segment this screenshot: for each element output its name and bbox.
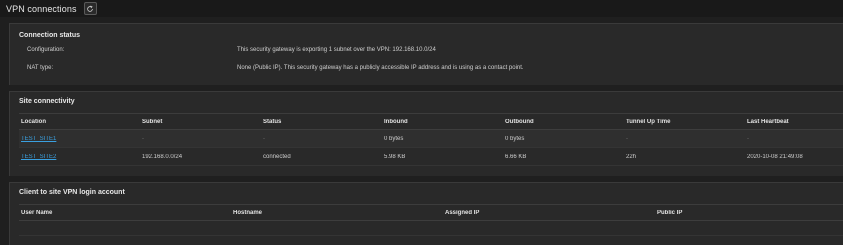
- status-cell: connected: [263, 153, 291, 160]
- column-header-assigned-ip[interactable]: Assigned IP: [443, 210, 655, 216]
- column-header-status[interactable]: Status: [261, 119, 382, 125]
- table-row: TEST_SITE1 - - 0 bytes 0 bytes - -: [19, 130, 843, 148]
- configuration-row: Configuration: This security gateway is …: [27, 47, 837, 53]
- empty-table-row: [19, 221, 843, 236]
- column-header-subnet[interactable]: Subnet: [140, 119, 261, 125]
- connection-status-panel: Connection status Configuration: This se…: [9, 23, 843, 85]
- subnet-cell: 192.168.0.0/24: [142, 153, 183, 160]
- page-title: VPN connections: [6, 3, 77, 14]
- column-header-inbound[interactable]: Inbound: [382, 119, 503, 125]
- configuration-label: Configuration:: [27, 47, 65, 53]
- nat-type-value: None (Public IP). This security gateway …: [237, 65, 524, 71]
- inbound-cell: 5.98 KB: [384, 153, 406, 160]
- uptime-cell: -: [626, 135, 628, 142]
- table-row: TEST_SITE2 192.168.0.0/24 connected 5.98…: [19, 148, 843, 166]
- site-link-test-site2[interactable]: TEST_SITE2: [21, 154, 56, 160]
- vpn-connections-page: VPN connections Connection status Config…: [0, 0, 843, 245]
- client-vpn-table: User Name Hostname Assigned IP Public IP: [19, 205, 843, 236]
- page-header: VPN connections: [0, 0, 843, 17]
- heartbeat-cell: -: [747, 135, 749, 142]
- table-header: Location Subnet Status Inbound Outbound …: [19, 114, 843, 130]
- column-header-last-heartbeat[interactable]: Last Heartbeat: [745, 119, 843, 125]
- heartbeat-cell: 2020-10-08 21:49:08: [747, 153, 803, 160]
- table-header: User Name Hostname Assigned IP Public IP: [19, 205, 843, 221]
- column-header-location[interactable]: Location: [19, 119, 140, 125]
- inbound-cell: 0 bytes: [384, 135, 404, 142]
- status-cell: -: [263, 135, 265, 142]
- outbound-cell: 0 bytes: [505, 135, 525, 142]
- uptime-cell: 22h: [626, 153, 637, 160]
- outbound-cell: 6.66 KB: [505, 153, 527, 160]
- refresh-button[interactable]: [83, 2, 97, 15]
- configuration-value: This security gateway is exporting 1 sub…: [237, 47, 436, 53]
- refresh-icon: [87, 5, 93, 12]
- nat-type-label: NAT type:: [27, 65, 54, 71]
- column-header-public-ip[interactable]: Public IP: [655, 210, 843, 216]
- connection-status-title: Connection status: [19, 32, 81, 39]
- column-header-user-name[interactable]: User Name: [19, 210, 231, 216]
- column-header-outbound[interactable]: Outbound: [503, 119, 624, 125]
- subnet-cell: -: [142, 135, 144, 142]
- site-connectivity-panel: Site connectivity Location Subnet Status…: [9, 91, 843, 176]
- nat-type-row: NAT type: None (Public IP). This securit…: [27, 65, 837, 71]
- site-link-test-site1[interactable]: TEST_SITE1: [21, 136, 56, 142]
- column-header-hostname[interactable]: Hostname: [231, 210, 443, 216]
- client-vpn-title: Client to site VPN login account: [19, 189, 125, 196]
- client-vpn-panel: Client to site VPN login account User Na…: [9, 182, 843, 245]
- column-header-tunnel-up-time[interactable]: Tunnel Up Time: [624, 119, 745, 125]
- site-connectivity-table: Location Subnet Status Inbound Outbound …: [19, 114, 843, 166]
- site-connectivity-title: Site connectivity: [19, 98, 75, 105]
